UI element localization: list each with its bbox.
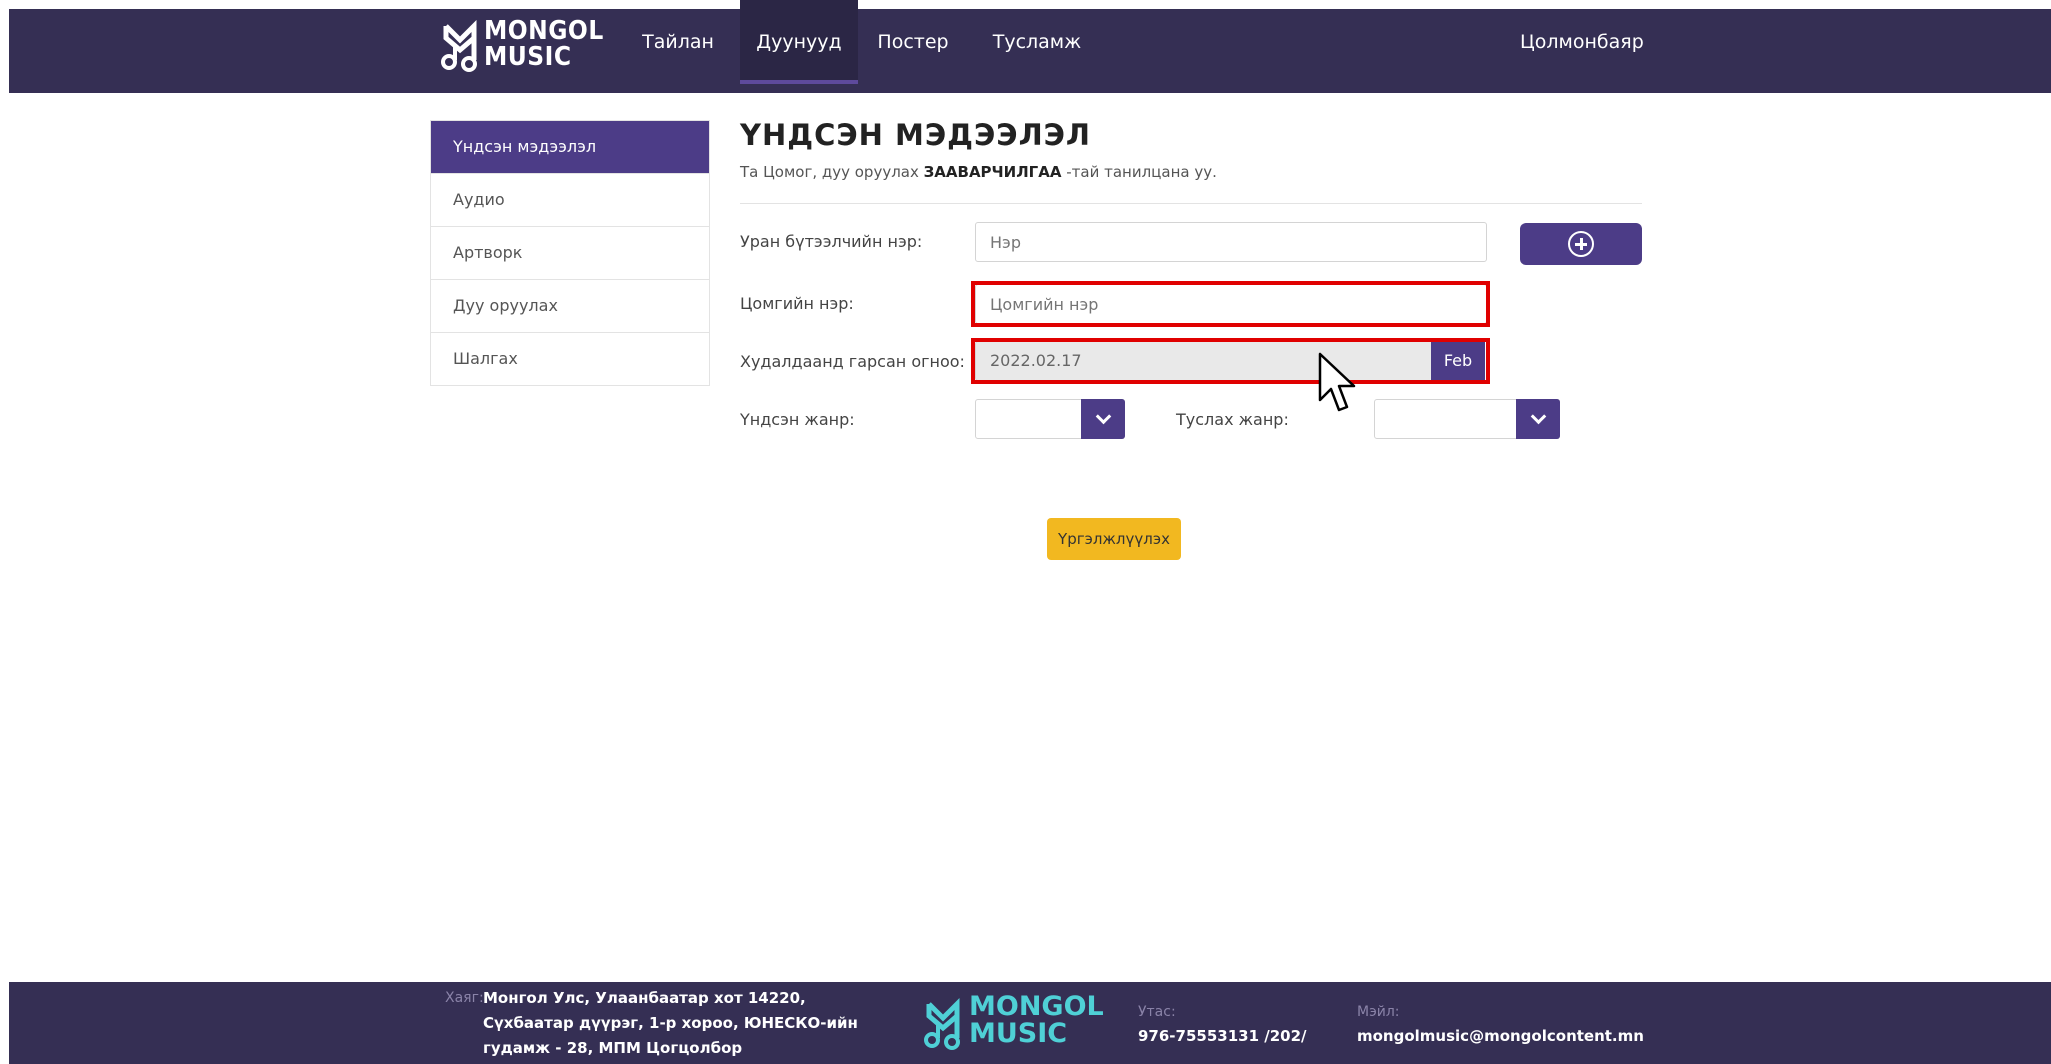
sidebar-item-shalgah[interactable]: Шалгах [431,333,709,385]
music-note-logo-icon [924,997,960,1050]
footer-address: Монгол Улс, Улаанбаатар хот 14220, Сүхба… [483,989,858,1057]
chevron-down-icon [1530,408,1547,425]
footer-email[interactable]: mongolmusic@mongolcontent.mn [1357,1024,1644,1049]
wizard-sidebar: Үндсэн мэдээлэл Аудио Артворк Дуу оруула… [430,120,710,386]
sidebar-item-duu-oruulah[interactable]: Дуу оруулах [431,280,709,333]
music-note-logo-icon [441,20,477,72]
user-menu[interactable]: Цолмонбаяр [1520,0,1644,130]
footer: Хаяг: Монгол Улс, Улаанбаатар хот 14220,… [9,982,2051,1064]
footer-phone-label: Утас: [1138,1004,1176,1020]
user-name: Цолмонбаяр [1520,31,1644,53]
release-date-label: Худалдаанд гарсан огноо: [740,352,965,371]
sub-genre-select[interactable] [1374,399,1560,439]
main-genre-label: Үндсэн жанр: [740,410,855,429]
footer-brand-name: MONGOL MUSIC [969,991,1104,1049]
mouse-pointer-icon [1318,352,1356,412]
nav-poster[interactable]: Постер [870,0,956,84]
footer-email-label: Мэйл: [1357,1004,1400,1020]
add-artist-button[interactable] [1520,223,1642,265]
album-name-label: Цомгийн нэр: [740,294,854,313]
continue-button[interactable]: Үргэлжлүүлэх [1047,518,1181,560]
sub-genre-dropdown-button[interactable] [1516,399,1560,439]
brand-name: MONGOL MUSIC [484,16,604,72]
sub-genre-label: Туслах жанр: [1176,410,1289,429]
footer-address-label: Хаяг: [445,990,484,1006]
album-name-highlight [971,281,1490,327]
plus-circle-icon [1568,231,1594,257]
brand-logo[interactable]: MONGOL MUSIC [440,16,603,74]
page-title: ҮНДСЭН МЭДЭЭЛЭЛ [740,118,1092,152]
caret-down-icon [1526,123,1536,130]
nav-duunuud[interactable]: Дуунууд [740,0,858,84]
footer-logo: MONGOL MUSIC [923,993,1104,1053]
main-genre-dropdown-button[interactable] [1081,399,1125,439]
main-genre-select[interactable] [975,399,1125,439]
artist-name-input[interactable] [975,222,1487,262]
chevron-down-icon [1095,408,1112,425]
page-subtitle: Та Цомог, дуу оруулах ЗААВАРЧИЛГАА -тай … [740,163,1217,181]
divider [740,203,1642,204]
nav-tuslamj[interactable]: Тусламж [990,0,1084,84]
sidebar-item-undsen-medeelel[interactable]: Үндсэн мэдээлэл [431,121,709,174]
instructions-link[interactable]: ЗААВАРЧИЛГАА [924,163,1062,181]
nav-tailan[interactable]: Тайлан [630,0,726,84]
artist-name-label: Уран бүтээлчийн нэр: [740,232,923,251]
footer-phone: 976-75553131 /202/ [1138,1027,1307,1045]
sidebar-item-audio[interactable]: Аудио [431,174,709,227]
release-date-highlight [971,338,1490,384]
sidebar-item-artwork[interactable]: Артворк [431,227,709,280]
